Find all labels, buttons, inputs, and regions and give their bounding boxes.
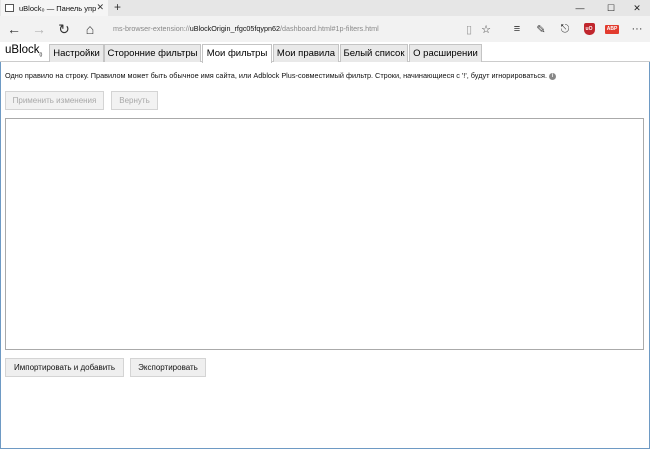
minimize-icon[interactable]: — (566, 0, 594, 16)
tab-settings[interactable]: Настройки (49, 44, 104, 62)
maximize-icon[interactable]: ☐ (597, 0, 625, 16)
import-append-button[interactable]: Импортировать и добавить (5, 358, 124, 377)
address-path: /dashboard.html#1p-filters.html (280, 24, 379, 33)
tab-3p-filters[interactable]: Сторонние фильтры (104, 44, 201, 62)
filters-editor[interactable] (5, 118, 644, 350)
revert-button[interactable]: Вернуть (111, 91, 158, 110)
tab-about[interactable]: О расширении (409, 44, 482, 62)
share-icon[interactable]: ⎋ (556, 20, 574, 38)
forward-icon[interactable]: → (28, 19, 50, 39)
filters-description: Одно правило на строку. Правилом может б… (5, 71, 645, 80)
window-close-icon[interactable]: ✕ (623, 0, 650, 16)
home-icon[interactable]: ⌂ (79, 19, 101, 39)
title-bar: uBlock₀ — Панель упр ✕ + — ☐ ✕ (0, 0, 650, 16)
ublock-icon[interactable]: uO (580, 20, 598, 38)
info-icon[interactable]: i (549, 72, 557, 80)
new-tab-button[interactable]: + (114, 1, 121, 14)
refresh-icon[interactable]: ↻ (53, 19, 75, 39)
export-button[interactable]: Экспортировать (130, 358, 206, 377)
hub-icon[interactable]: ≡ (508, 20, 526, 38)
address-prefix: ms-browser-extension:// (113, 24, 190, 33)
favorite-star-icon[interactable]: ☆ (477, 20, 495, 38)
browser-tab[interactable]: uBlock₀ — Панель упр ✕ (1, 0, 108, 16)
tab-close-icon[interactable]: ✕ (96, 3, 104, 12)
tab-title: uBlock₀ — Панель упр (19, 3, 97, 13)
address-host: uBlockOrigin_rfgc05fqypn62 (189, 24, 280, 33)
apply-changes-button[interactable]: Применить изменения (5, 91, 104, 110)
browser-toolbar: ← → ↻ ⌂ ms-browser-extension://uBlockOri… (0, 16, 650, 42)
tab-my-filters[interactable]: Мои фильтры (202, 44, 272, 63)
dashboard-tabs: uBlock0 Настройки Сторонние фильтры Мои … (0, 42, 650, 63)
adblock-plus-icon[interactable]: ABP (603, 20, 621, 38)
more-icon[interactable]: ··· (628, 20, 646, 38)
notes-icon[interactable]: ✎ (532, 20, 550, 38)
back-icon[interactable]: ← (3, 19, 25, 39)
tab-favicon-icon (5, 4, 14, 12)
address-bar[interactable]: ms-browser-extension://uBlockOrigin_rfgc… (113, 22, 453, 36)
tab-whitelist[interactable]: Белый список (340, 44, 408, 62)
tab-my-rules[interactable]: Мои правила (273, 44, 339, 62)
reading-view-icon[interactable]: ▯ (460, 20, 478, 38)
brand-logo: uBlock0 (5, 44, 43, 59)
